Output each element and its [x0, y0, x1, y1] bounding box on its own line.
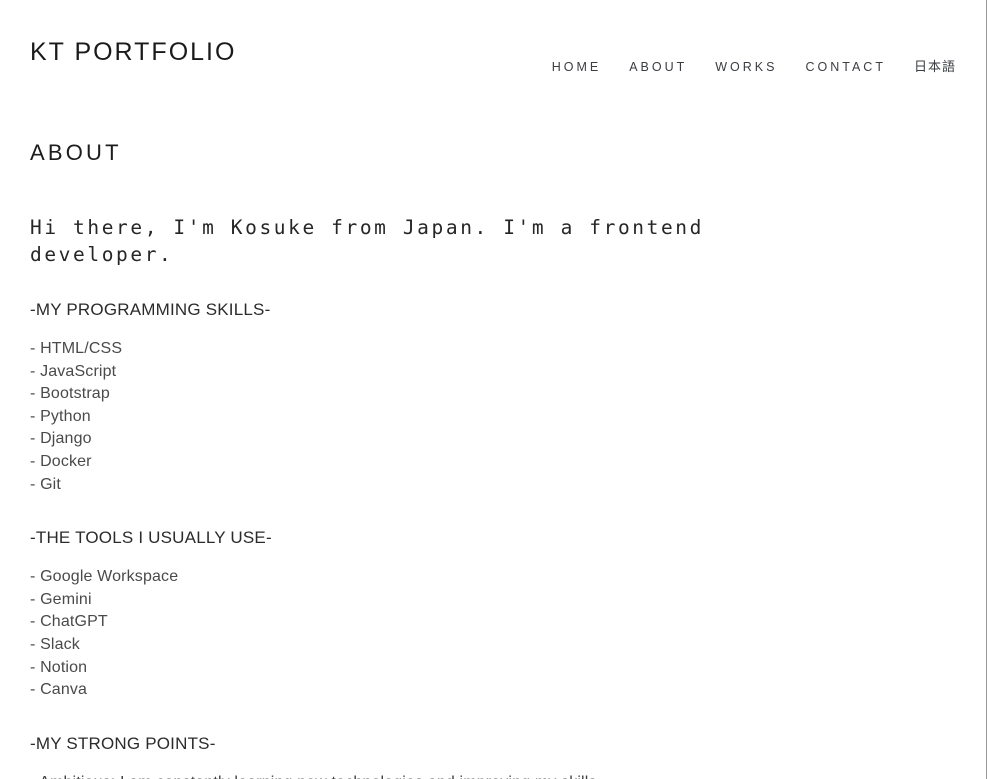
- list-item: - Google Workspace: [30, 568, 179, 586]
- section-heading-strong-points: -MY STRONG POINTS-: [30, 733, 216, 753]
- page-title: ABOUT: [30, 140, 122, 165]
- list-item: - JavaScript: [30, 362, 117, 380]
- list-item: - Django: [30, 430, 92, 448]
- vertical-scrollbar[interactable]: [986, 0, 999, 779]
- site-brand-logo[interactable]: KT PORTFOLIO: [30, 38, 236, 67]
- nav-link-works[interactable]: WORKS: [715, 59, 805, 75]
- strong-points-list: - Ambitious: I am constantly learning ne…: [30, 772, 956, 779]
- list-item: - Python: [30, 407, 91, 425]
- section-heading-programming-skills: -MY PROGRAMMING SKILLS-: [30, 300, 271, 319]
- nav-link-about[interactable]: ABOUT: [629, 59, 715, 75]
- site-header: KT PORTFOLIO HOME ABOUT WORKS CONTACT 日本…: [0, 0, 986, 108]
- page-viewport: KT PORTFOLIO HOME ABOUT WORKS CONTACT 日本…: [0, 0, 986, 779]
- list-item: - ChatGPT: [30, 613, 108, 631]
- section-heading-tools: -THE TOOLS I USUALLY USE-: [30, 528, 272, 548]
- list-item: - Git: [30, 475, 61, 493]
- main-content: ABOUT Hi there, I'm Kosuke from Japan. I…: [0, 138, 986, 779]
- main-navigation: HOME ABOUT WORKS CONTACT 日本語: [552, 59, 956, 75]
- programming-skills-list: - HTML/CSS - JavaScript - Bootstrap - Py…: [30, 338, 956, 496]
- list-item: - HTML/CSS: [30, 340, 123, 357]
- list-item: - Slack: [30, 635, 80, 653]
- list-item: - Bootstrap: [30, 385, 110, 403]
- list-item: - Ambitious: I am constantly learning ne…: [30, 772, 956, 779]
- nav-link-home[interactable]: HOME: [552, 59, 630, 75]
- nav-link-contact[interactable]: CONTACT: [805, 59, 914, 75]
- list-item: - Docker: [30, 452, 92, 470]
- list-item: - Notion: [30, 658, 88, 676]
- nav-link-language-japanese[interactable]: 日本語: [914, 59, 956, 75]
- tools-list: - Google Workspace - Gemini - ChatGPT - …: [30, 566, 956, 702]
- intro-paragraph: Hi there, I'm Kosuke from Japan. I'm a f…: [30, 216, 704, 266]
- list-item: - Gemini: [30, 590, 92, 608]
- list-item: - Canva: [30, 681, 88, 699]
